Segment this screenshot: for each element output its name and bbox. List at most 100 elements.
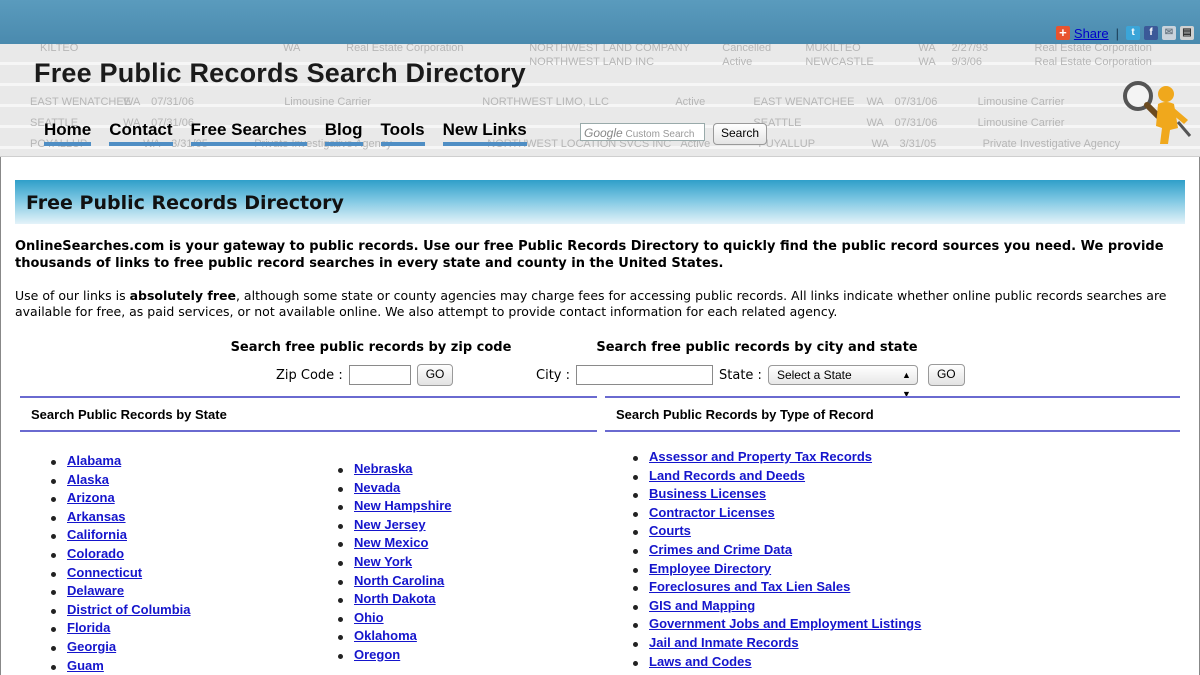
record-type-link[interactable]: Land Records and Deeds <box>649 468 805 483</box>
nav-home[interactable]: Home <box>44 120 92 146</box>
section-title: Free Public Records Directory <box>15 180 1185 224</box>
state-link[interactable]: Ohio <box>354 610 384 625</box>
state-link[interactable]: Georgia <box>67 639 116 654</box>
list-item: Contractor Licenses <box>630 504 921 523</box>
list-item: New York <box>335 553 452 572</box>
zip-code-label: Zip Code : <box>276 367 343 383</box>
list-item: Crimes and Crime Data <box>630 541 921 560</box>
record-type-link[interactable]: Courts <box>649 523 691 538</box>
record-type-link[interactable]: GIS and Mapping <box>649 598 755 613</box>
list-item: California <box>48 526 191 545</box>
state-link[interactable]: District of Columbia <box>67 602 191 617</box>
list-item: Georgia <box>48 638 191 657</box>
state-link[interactable]: North Carolina <box>354 573 444 588</box>
list-item: Connecticut <box>48 564 191 583</box>
search-button[interactable]: Search <box>713 123 768 145</box>
list-item: North Dakota <box>335 590 452 609</box>
list-item: Arkansas <box>48 508 191 527</box>
state-link[interactable]: California <box>67 527 127 542</box>
record-type-link[interactable]: Foreclosures and Tax Lien Sales <box>649 579 850 594</box>
record-type-link[interactable]: Employee Directory <box>649 561 771 576</box>
record-type-link[interactable]: Assessor and Property Tax Records <box>649 449 872 464</box>
nav-contact[interactable]: Contact <box>109 120 173 146</box>
state-link[interactable]: Florida <box>67 620 110 635</box>
nav-new-links[interactable]: New Links <box>442 120 527 146</box>
usage-text-strong: absolutely free <box>129 288 236 303</box>
state-link[interactable]: North Dakota <box>354 591 436 606</box>
list-item: Foreclosures and Tax Lien Sales <box>630 578 921 597</box>
google-custom-search-input[interactable]: Google Custom Search <box>580 123 705 141</box>
list-item: Nevada <box>335 479 452 498</box>
record-type-link[interactable]: Business Licenses <box>649 486 766 501</box>
state-link[interactable]: Alaska <box>67 472 109 487</box>
state-select[interactable]: Select a State ▲ ▼ <box>767 365 918 399</box>
state-link[interactable]: Colorado <box>67 546 124 561</box>
state-link[interactable]: New Jersey <box>354 517 426 532</box>
main-nav: Home Contact Free Searches Blog Tools Ne… <box>44 120 527 146</box>
record-type-link[interactable]: Government Jobs and Employment Listings <box>649 616 921 631</box>
list-item: Florida <box>48 619 191 638</box>
list-item: Colorado <box>48 545 191 564</box>
state-link[interactable]: Arizona <box>67 490 115 505</box>
magnifier-mascot-icon <box>1123 81 1192 144</box>
facebook-icon[interactable]: f <box>1144 26 1158 40</box>
state-link[interactable]: Oregon <box>354 647 400 662</box>
list-item: Jail and Inmate Records <box>630 634 921 653</box>
record-type-link[interactable]: Jail and Inmate Records <box>649 635 799 650</box>
state-link[interactable]: Nebraska <box>354 461 413 476</box>
plus-icon[interactable]: + <box>1055 26 1070 40</box>
twitter-icon[interactable]: t <box>1126 26 1140 40</box>
record-type-link[interactable]: Crimes and Crime Data <box>649 542 792 557</box>
zip-go-button[interactable]: GO <box>416 364 454 386</box>
type-column-heading: Search Public Records by Type of Record <box>605 396 1180 432</box>
state-list-a: Alabama Alaska Arizona Arkansas Californ… <box>48 452 191 675</box>
zip-search-heading-block: Search free public records by zip code <box>226 340 516 355</box>
state-select-value: Select a State <box>776 368 852 382</box>
state-column-heading: Search Public Records by State <box>20 396 597 432</box>
city-go-button[interactable]: GO <box>927 364 965 386</box>
city-input[interactable] <box>576 365 713 385</box>
nav-free-searches[interactable]: Free Searches <box>190 120 307 146</box>
list-item: Courts <box>630 522 921 541</box>
state-link[interactable]: Arkansas <box>67 509 126 524</box>
list-item: New Hampshire <box>335 497 452 516</box>
share-separator: | <box>1115 25 1119 41</box>
city-search-heading-block: Search free public records by city and s… <box>537 340 977 355</box>
list-item: GIS and Mapping <box>630 597 921 616</box>
list-item: Ohio <box>335 609 452 628</box>
share-link[interactable]: Share <box>1074 26 1109 41</box>
list-item: Oklahoma <box>335 627 452 646</box>
nav-tools[interactable]: Tools <box>380 120 425 146</box>
zip-search-heading: Search free public records by zip code <box>230 340 512 355</box>
record-type-link[interactable]: Contractor Licenses <box>649 505 775 520</box>
city-label: City : <box>536 367 570 383</box>
list-item: Nebraska <box>335 460 452 479</box>
state-link[interactable]: Guam <box>67 658 104 673</box>
state-link[interactable]: New Mexico <box>354 535 428 550</box>
list-item: Laws and Codes <box>630 653 921 672</box>
list-item: Oregon <box>335 646 452 665</box>
record-type-link[interactable]: Laws and Codes <box>649 654 752 669</box>
banner-bg-row: EAST WENATCHEE WA 07/31/06 Limousine Car… <box>30 96 1065 108</box>
list-item: Business Licenses <box>630 485 921 504</box>
state-link[interactable]: Nevada <box>354 480 400 495</box>
email-icon[interactable]: ✉ <box>1162 26 1176 40</box>
banner-bg-row: KILTEO WA Real Estate Corporation NORTHW… <box>40 44 1152 54</box>
list-item: Employee Directory <box>630 560 921 579</box>
state-link[interactable]: Oklahoma <box>354 628 417 643</box>
usage-text-start: Use of our links is <box>15 288 130 303</box>
state-link[interactable]: Connecticut <box>67 565 142 580</box>
list-item: Alabama <box>48 452 191 471</box>
state-link[interactable]: New Hampshire <box>354 498 452 513</box>
intro-paragraph: OnlineSearches.com is your gateway to pu… <box>15 239 1164 271</box>
list-item: Alaska <box>48 471 191 490</box>
nav-blog[interactable]: Blog <box>324 120 363 146</box>
site-title[interactable]: Free Public Records Search Directory <box>34 58 526 89</box>
print-icon[interactable]: ▤ <box>1180 26 1194 40</box>
header-banner: KILTEO WA Real Estate Corporation NORTHW… <box>0 44 1200 157</box>
list-item: Arizona <box>48 489 191 508</box>
zip-code-input[interactable] <box>348 365 411 385</box>
state-link[interactable]: New York <box>354 554 412 569</box>
state-link[interactable]: Alabama <box>67 453 121 468</box>
state-link[interactable]: Delaware <box>67 583 124 598</box>
